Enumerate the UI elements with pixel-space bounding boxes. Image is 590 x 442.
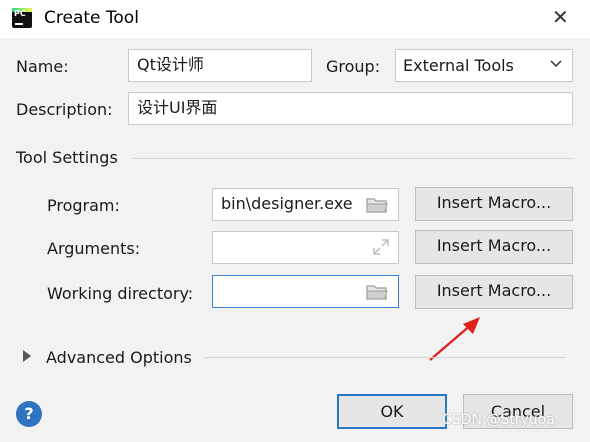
name-input[interactable]: Qt设计师 <box>128 49 312 82</box>
folder-icon[interactable] <box>366 284 388 300</box>
ok-button[interactable]: OK <box>337 394 447 429</box>
window-title: Create Tool <box>44 8 139 28</box>
program-input-value: bin\designer.exe <box>221 194 353 213</box>
arguments-label: Arguments: <box>47 239 141 258</box>
expand-triangle-icon[interactable] <box>22 350 32 362</box>
tool-settings-heading: Tool Settings <box>16 148 118 167</box>
group-select-value: External Tools <box>403 56 514 75</box>
description-input[interactable]: 设计UI界面 <box>128 92 573 125</box>
section-divider <box>204 357 566 358</box>
program-label: Program: <box>47 196 120 215</box>
pycharm-logo-icon: PC <box>12 8 32 28</box>
description-label: Description: <box>16 100 113 119</box>
insert-macro-button-arguments[interactable]: Insert Macro... <box>415 230 573 264</box>
expand-icon[interactable] <box>372 238 390 256</box>
help-icon[interactable]: ? <box>16 401 42 427</box>
arguments-input[interactable] <box>212 231 399 264</box>
chevron-down-icon <box>550 60 562 68</box>
group-label: Group: <box>326 57 381 76</box>
close-icon[interactable]: ✕ <box>552 7 569 27</box>
working-directory-label: Working directory: <box>47 284 194 303</box>
folder-icon[interactable] <box>366 197 388 213</box>
insert-macro-button-working-directory[interactable]: Insert Macro... <box>415 275 573 309</box>
advanced-options-toggle[interactable]: Advanced Options <box>46 348 192 367</box>
insert-macro-button-program[interactable]: Insert Macro... <box>415 187 573 221</box>
group-select[interactable]: External Tools <box>395 49 573 82</box>
watermark: CSDN @Stryuoa <box>442 412 555 428</box>
section-divider <box>132 158 573 159</box>
name-label: Name: <box>16 57 69 76</box>
